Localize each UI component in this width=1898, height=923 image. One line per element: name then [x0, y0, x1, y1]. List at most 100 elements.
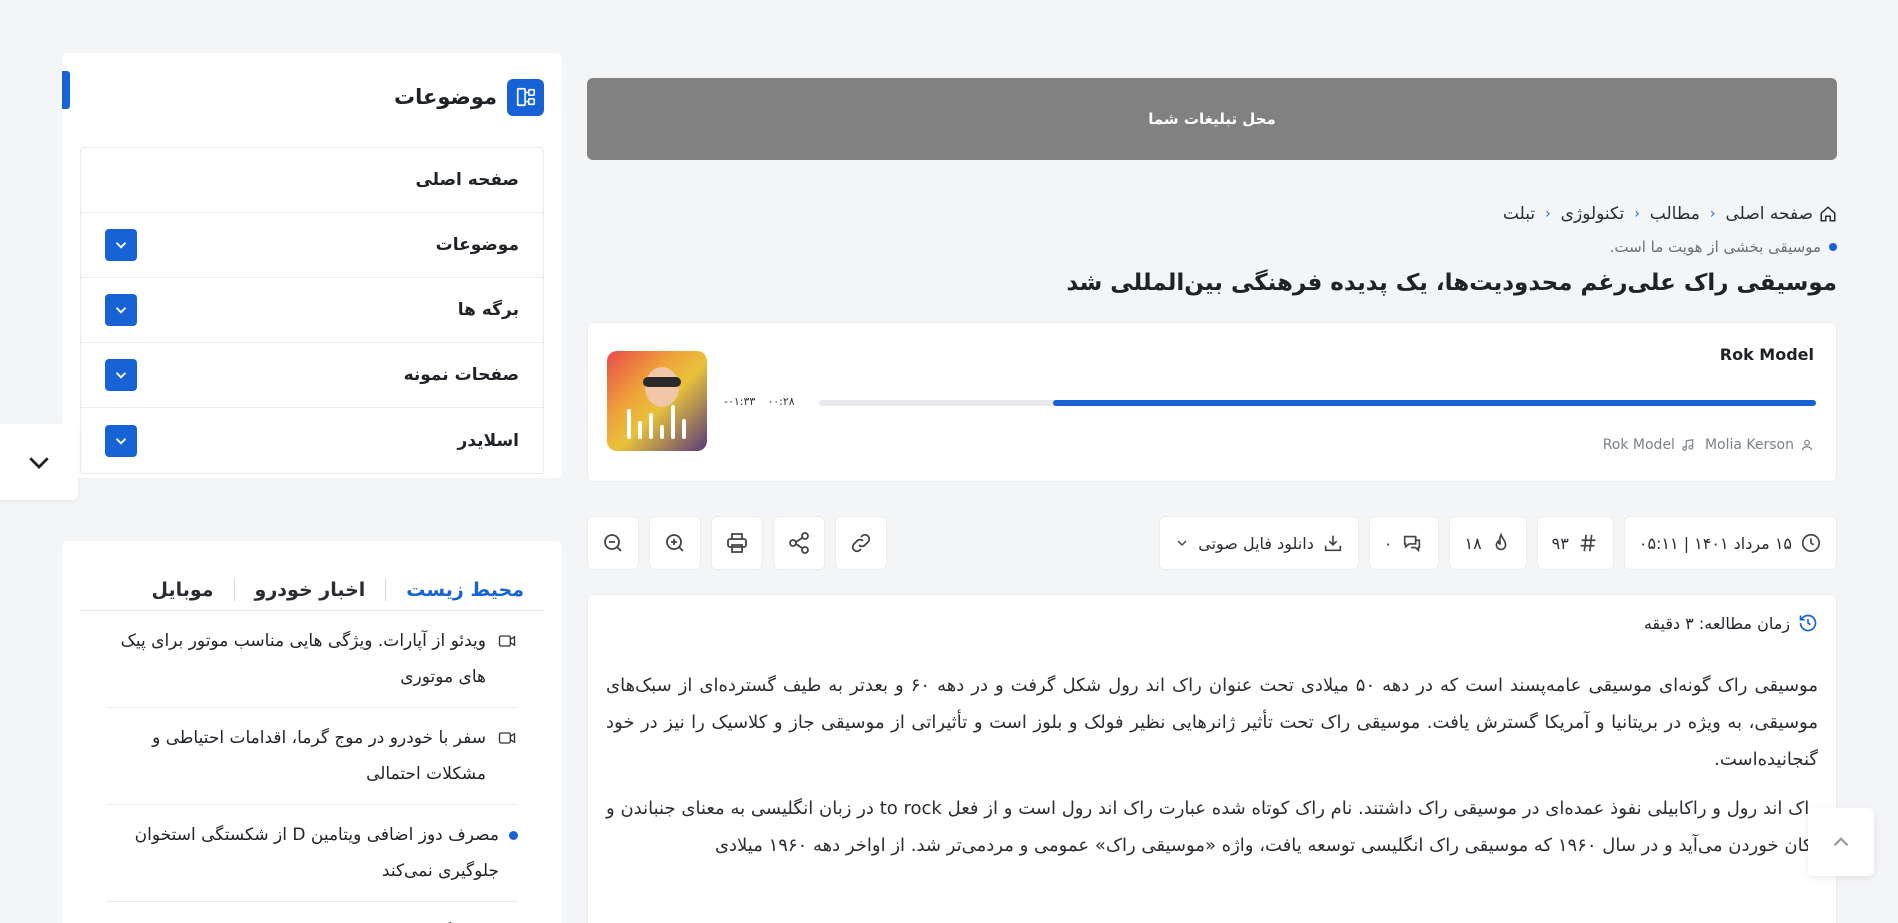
cover-face: [645, 367, 679, 407]
expand-button[interactable]: [105, 424, 137, 457]
widget-accent: [62, 71, 70, 109]
list-item[interactable]: سفر با خودرو در موج گرما، اقدامات احتیاط…: [106, 708, 518, 805]
breadcrumb-item[interactable]: مطالب: [1650, 204, 1700, 224]
news-widget: محیط زیست اخبار خودرو موبایل ویدئو از آپ…: [62, 541, 562, 923]
share-button[interactable]: [773, 516, 825, 570]
read-time-text: زمان مطالعه: ۳ دقیقه: [1643, 613, 1790, 633]
publish-date: ۱۵ مرداد ۱۴۰۱ | ۰۵:۱۱: [1638, 533, 1792, 553]
toolbar-info: ۱۵ مرداد ۱۴۰۱ | ۰۵:۱۱ ۹۳ ۱۸ ۰ دانلود فای…: [1159, 516, 1837, 570]
bullet-icon: [509, 831, 518, 840]
video-icon: [498, 732, 516, 744]
progress-fill: [1053, 400, 1816, 406]
chevron-down-icon: [115, 307, 127, 314]
tab-divider: [233, 578, 235, 601]
date-chip: ۱۵ مرداد ۱۴۰۱ | ۰۵:۱۱: [1623, 516, 1837, 570]
album-name: Rok Model: [1602, 437, 1675, 453]
audio-player: Rok Model -۰۱:۳۳ ۰۰:۲۸ Molia Kerson Rok …: [587, 322, 1837, 482]
clock-icon: [1801, 533, 1821, 553]
list-item[interactable]: مصرف دوز اضافی ویتامین D از شکستگی استخو…: [106, 805, 518, 902]
breadcrumb: صفحه اصلی ‹ مطالب ‹ تکنولوژی ‹ تبلت: [587, 204, 1837, 224]
chevron-left-icon: ‹: [1634, 206, 1640, 222]
scroll-to-top-button[interactable]: [1808, 808, 1874, 876]
print-icon: [727, 533, 747, 553]
expand-button[interactable]: [105, 294, 137, 326]
track-artist: Molia Kerson: [1705, 437, 1814, 453]
comments-count: ۰: [1383, 533, 1393, 553]
post-id-chip: ۹۳: [1536, 516, 1614, 570]
ad-label: محل تبلیغات شما: [1148, 110, 1276, 128]
cover-glasses: [643, 377, 681, 387]
topics-header: موضوعات: [62, 53, 562, 121]
chevron-left-icon: ‹: [1545, 206, 1551, 222]
expand-button[interactable]: [105, 229, 137, 261]
chevron-down-icon: [115, 242, 127, 249]
article-toolbar: ۱۵ مرداد ۱۴۰۱ | ۰۵:۱۱ ۹۳ ۱۸ ۰ دانلود فای…: [587, 516, 1837, 570]
ad-banner[interactable]: محل تبلیغات شما: [587, 78, 1837, 160]
list-item[interactable]: ویدئو از آپارات. ویژگی هایی مناسب موتور …: [106, 611, 518, 708]
zoom-out-button[interactable]: [587, 516, 639, 570]
artist-name: Molia Kerson: [1704, 437, 1794, 453]
news-title: سفر با خودرو در موج گرما، اقدامات احتیاط…: [152, 728, 486, 784]
copy-link-button[interactable]: [835, 516, 887, 570]
tab-environment[interactable]: محیط زیست: [386, 579, 544, 601]
video-icon: [498, 635, 516, 647]
menu-item-slider[interactable]: اسلایدر: [81, 408, 543, 473]
menu-item-home[interactable]: صفحه اصلی: [81, 148, 543, 213]
expand-button[interactable]: [105, 359, 137, 391]
breadcrumb-home[interactable]: صفحه اصلی: [1726, 204, 1837, 224]
news-tabs: محیط زیست اخبار خودرو موبایل: [80, 541, 544, 611]
download-icon: [1324, 535, 1342, 552]
tab-mobile[interactable]: موبایل: [131, 579, 233, 601]
download-audio-button[interactable]: دانلود فایل صوتی: [1159, 516, 1359, 570]
album-cover[interactable]: [607, 351, 707, 451]
chevron-down-icon: [1177, 540, 1187, 546]
likes-chip[interactable]: ۱۸: [1449, 516, 1527, 570]
article-paragraph: راک اند رول و راکابیلی نفوذ عمده‌ای در م…: [606, 798, 1818, 856]
main-column: محل تبلیغات شما صفحه اصلی ‹ مطالب ‹ تکنو…: [587, 78, 1837, 923]
topics-menu: صفحه اصلی موضوعات برگه ها صفحات نمونه اس…: [80, 147, 544, 474]
menu-item-label: موضوعات: [435, 235, 519, 255]
chevron-down-icon: [115, 437, 127, 445]
tab-car-news[interactable]: اخبار خودرو: [235, 579, 386, 601]
collapse-toggle-button[interactable]: [0, 424, 78, 500]
home-icon: [1820, 206, 1836, 222]
news-list: ویدئو از آپارات. ویژگی هایی مناسب موتور …: [106, 611, 518, 923]
player-times: -۰۱:۳۳ ۰۰:۲۸: [724, 395, 795, 408]
list-item[interactable]: پژوهشگران چینی برنجی ساخته‌اند که با کود…: [106, 902, 518, 923]
read-time: زمان مطالعه: ۳ دقیقه: [606, 613, 1818, 633]
chevron-up-icon: [1833, 837, 1849, 847]
print-button[interactable]: [711, 516, 763, 570]
menu-item-topics[interactable]: موضوعات: [81, 213, 543, 278]
progress-bar[interactable]: [819, 400, 1816, 406]
menu-item-pages[interactable]: برگه ها: [81, 278, 543, 343]
link-icon: [851, 533, 871, 553]
news-title: پژوهشگران چینی برنجی ساخته‌اند که با کود…: [153, 914, 499, 923]
likes-count: ۱۸: [1464, 533, 1482, 553]
page-title: موسیقی راک علی‌رغم محدودیت‌ها، یک پدیده …: [1066, 270, 1837, 296]
post-id: ۹۳: [1551, 533, 1569, 553]
comments-icon: [1404, 535, 1421, 553]
menu-item-label: برگه ها: [457, 300, 519, 320]
article-lead: موسیقی بخشی از هویت ما است.: [587, 238, 1837, 256]
user-icon: [1801, 439, 1813, 451]
menu-item-sample-pages[interactable]: صفحات نمونه: [81, 343, 543, 408]
news-title: مصرف دوز اضافی ویتامین D از شکستگی استخو…: [134, 825, 499, 881]
time-remaining: -۰۱:۳۳: [724, 395, 756, 408]
chevron-down-icon: [115, 372, 127, 379]
equalizer-icon: [627, 405, 686, 439]
download-label: دانلود فایل صوتی: [1198, 533, 1314, 553]
comments-chip[interactable]: ۰: [1368, 516, 1440, 570]
breadcrumb-item[interactable]: تبلت: [1503, 204, 1535, 224]
share-icon: [789, 532, 809, 554]
breadcrumb-item[interactable]: تکنولوژی: [1561, 204, 1625, 224]
hash-icon: [1580, 534, 1596, 552]
breadcrumb-item: صفحه اصلی: [1725, 204, 1813, 224]
zoom-out-icon: [604, 534, 622, 552]
zoom-in-button[interactable]: [649, 516, 701, 570]
menu-item-label: صفحات نمونه: [403, 365, 519, 385]
sitemap-icon: [507, 78, 544, 116]
menu-item-label: اسلایدر: [457, 430, 519, 451]
topics-title: موضوعات: [394, 85, 497, 109]
chevron-down-icon: [29, 457, 49, 469]
topics-widget: موضوعات صفحه اصلی موضوعات برگه ها صفحات …: [62, 53, 562, 478]
